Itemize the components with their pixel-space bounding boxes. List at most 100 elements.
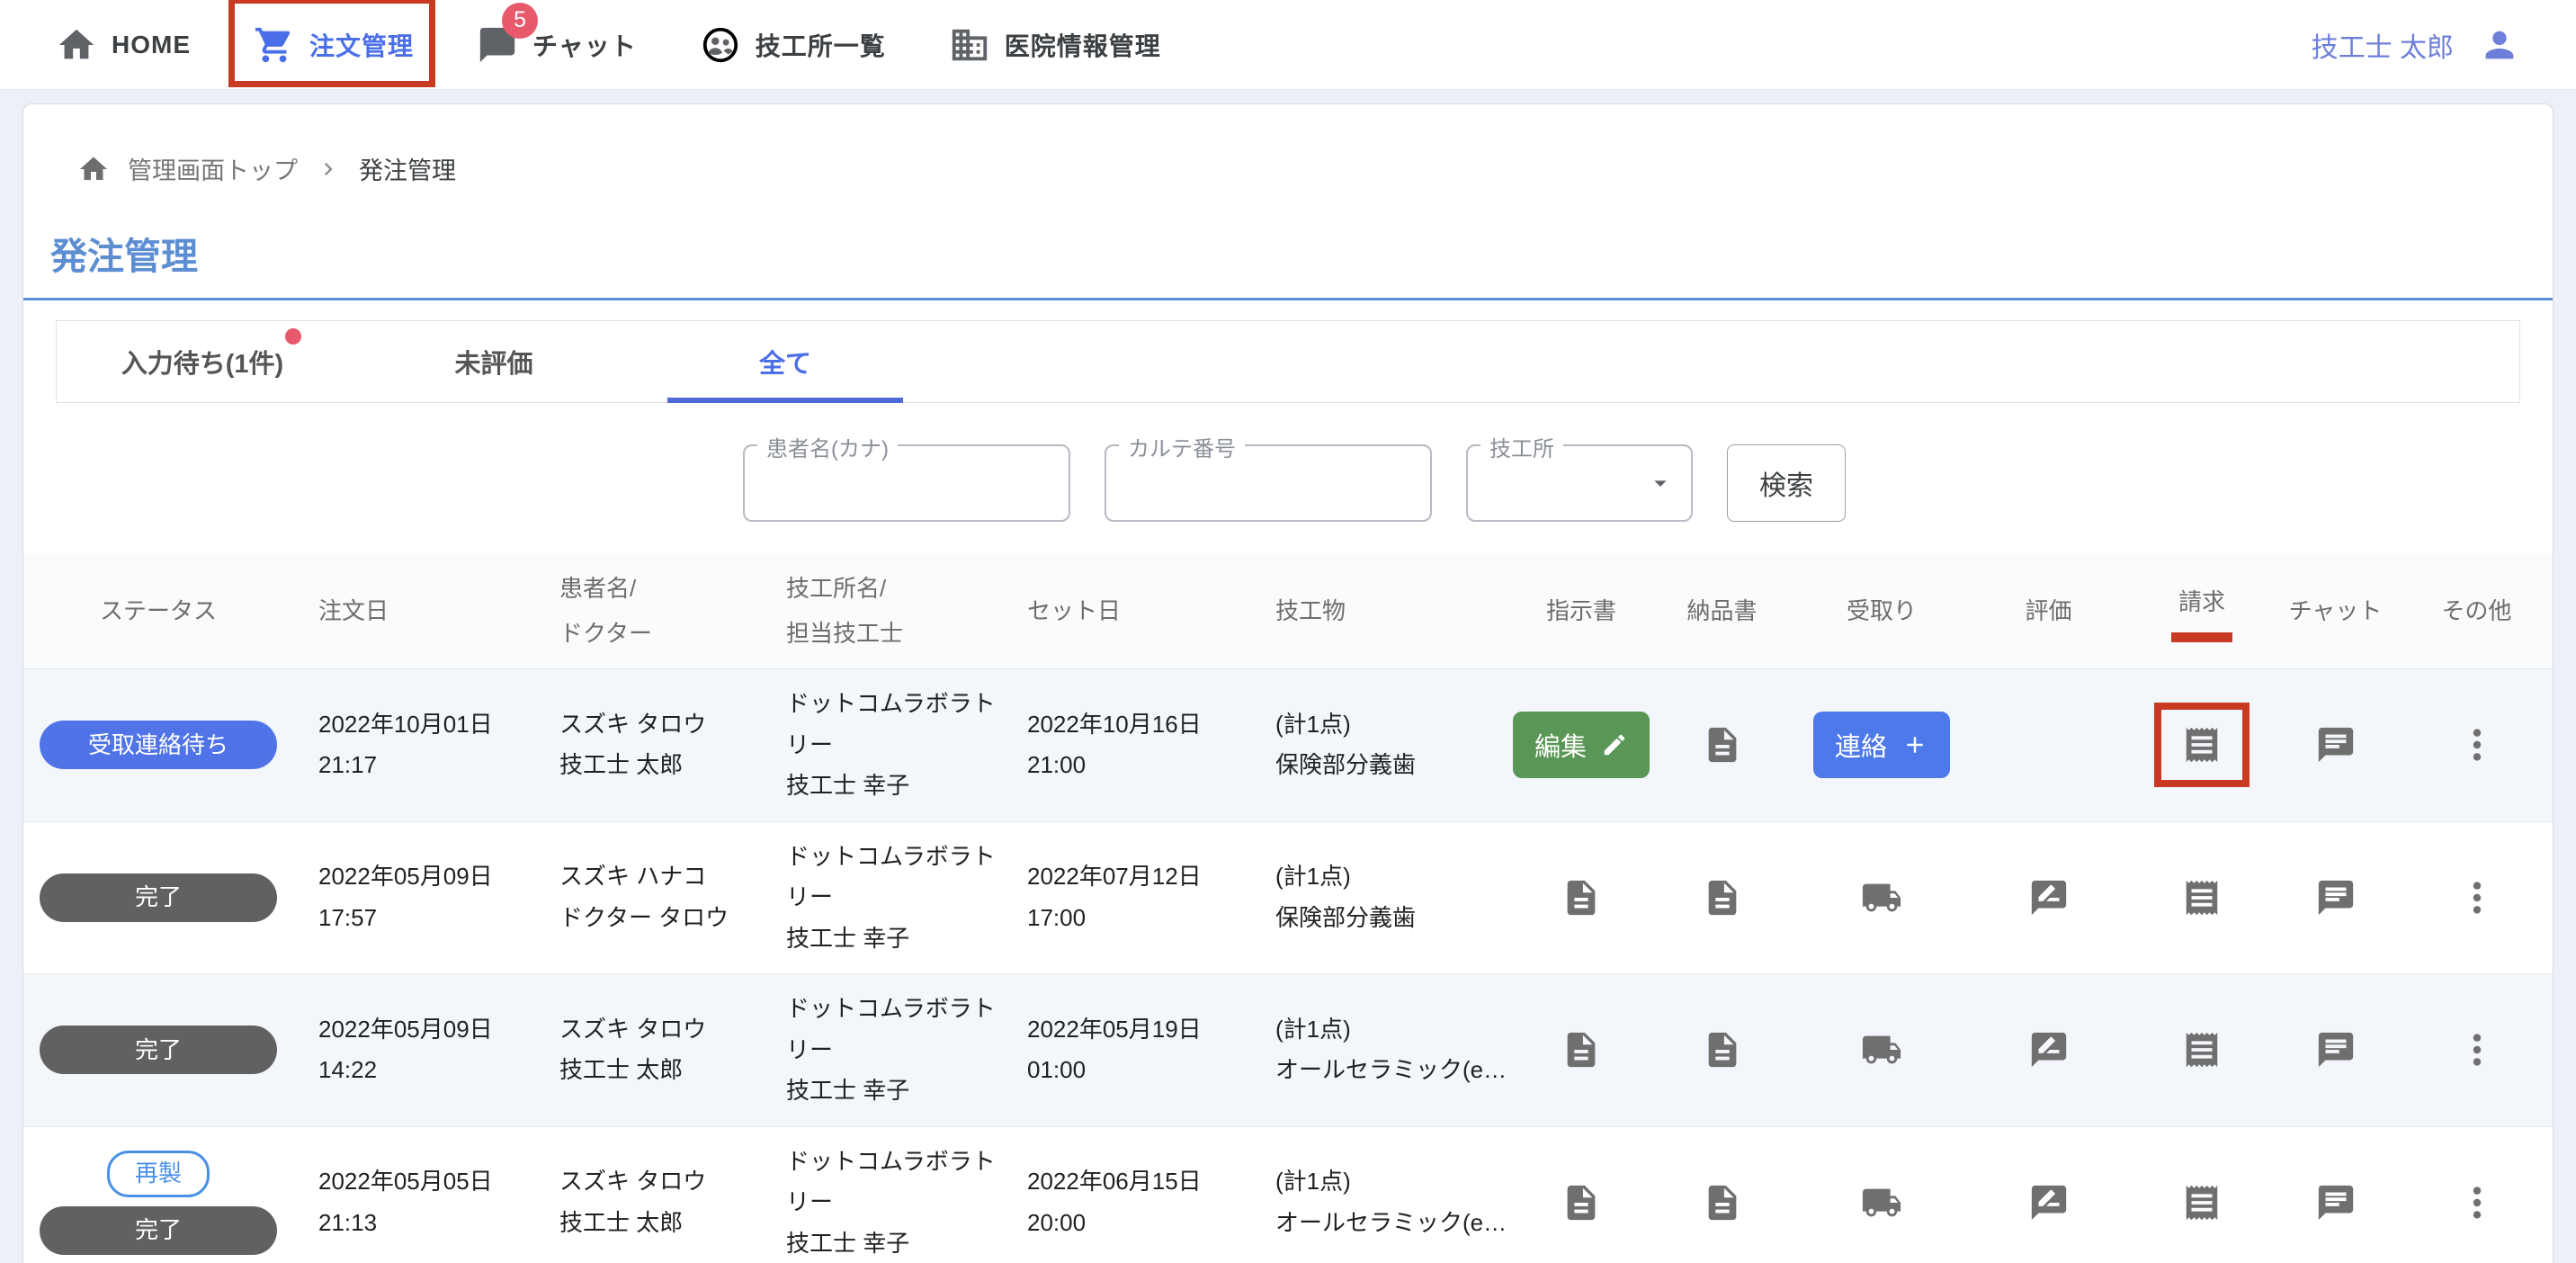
status-badge: 完了 — [40, 1026, 277, 1074]
nav-item-labs[interactable]: 技工所一覧 — [700, 24, 886, 66]
truck-icon — [1861, 877, 1902, 918]
set-date-line: 2022年05月19日 — [1027, 1009, 1245, 1051]
invoice-button[interactable] — [2181, 724, 2223, 766]
cell-order-date: 2022年05月09日17:57 — [293, 842, 534, 953]
header-line: 注文日 — [318, 589, 534, 633]
nav-item-label: HOME — [112, 31, 191, 59]
delivery-note-button[interactable] — [1702, 877, 1743, 918]
cart-icon — [254, 24, 295, 66]
contact-button[interactable]: 連絡 — [1813, 712, 1950, 778]
status-pills: 完了 — [40, 1026, 277, 1074]
invoice-button[interactable] — [2181, 877, 2223, 918]
chart-number-field[interactable]: カルテ番号 — [1105, 444, 1432, 522]
breadcrumb: 管理画面トップ 発注管理 — [23, 151, 2553, 186]
lab-field[interactable]: 技工所 — [1466, 444, 1693, 522]
nav-item-clinics[interactable]: 医院情報管理 — [949, 24, 1161, 66]
instruction-doc-button[interactable] — [1561, 877, 1602, 918]
document-icon — [1561, 1029, 1602, 1070]
header-line: 技工物 — [1275, 589, 1516, 633]
document-icon — [1702, 724, 1743, 766]
pickup-button[interactable] — [1861, 877, 1902, 918]
user-menu[interactable]: 技工士 太郎 — [2312, 24, 2520, 66]
patient-name-field[interactable]: 患者名(カナ) — [743, 444, 1070, 522]
kebab-icon — [2456, 877, 2498, 918]
chat-icon — [2315, 1029, 2357, 1070]
patient-line: 技工士 太郎 — [559, 1050, 756, 1091]
tab-label: 未評価 — [454, 343, 532, 381]
patient-name-input[interactable] — [745, 446, 1069, 520]
item-line: (計1点) — [1275, 1161, 1511, 1203]
patient-line: スズキ タロウ — [559, 1161, 756, 1203]
breadcrumb-home-link[interactable]: 管理画面トップ — [128, 151, 298, 186]
plus-icon — [1901, 731, 1928, 758]
tab-all[interactable]: 全て — [640, 321, 931, 402]
cell-patient: スズキ タロウ技工士 太郎 — [534, 995, 761, 1106]
document-icon — [1561, 1182, 1602, 1223]
cell-order-date: 2022年05月09日14:22 — [293, 995, 534, 1106]
tab-awaiting-input[interactable]: 入力待ち(1件) — [57, 321, 348, 402]
status-badge: 再製 — [107, 1151, 210, 1197]
delivery-note-button[interactable] — [1702, 1182, 1743, 1223]
pickup-button[interactable] — [1861, 1029, 1902, 1070]
tab-bar: 入力待ち(1件) 未評価 全て — [56, 320, 2520, 403]
more-menu-button[interactable] — [2456, 1182, 2498, 1223]
invoice-button[interactable] — [2181, 1029, 2223, 1070]
evaluation-button[interactable] — [2028, 1029, 2070, 1070]
nav-icon-wrap: 5 — [477, 24, 518, 66]
column-header: その他 — [2399, 589, 2554, 633]
chat-button[interactable] — [2315, 724, 2357, 766]
evaluation-button[interactable] — [2028, 877, 2070, 918]
truck-icon — [1861, 1182, 1902, 1223]
rate-review-icon — [2028, 1029, 2070, 1070]
rate-review-icon — [2028, 877, 2070, 918]
search-bar: 患者名(カナ) カルテ番号技工所 検索 — [743, 444, 2553, 522]
table-row: 完了2022年05月09日17:57スズキ ハナコドクター タロウドットコムラボ… — [23, 822, 2553, 975]
chart-number-input[interactable] — [1106, 446, 1430, 520]
cell-evaluation — [1965, 1015, 2132, 1085]
table-row: 受取連絡待ち2022年10月01日21:17スズキ タロウ技工士 太郎ドットコム… — [23, 669, 2553, 822]
lab-line: ドットコムラボラトリー — [786, 1142, 997, 1223]
order-date-line: 17:57 — [318, 898, 529, 939]
tab-unrated[interactable]: 未評価 — [348, 321, 640, 402]
person-icon — [2479, 24, 2520, 66]
search-button[interactable]: 検索 — [1727, 444, 1846, 522]
pickup-button[interactable] — [1861, 1182, 1902, 1223]
cell-receipt-action — [1798, 1168, 1965, 1238]
receipt-icon — [2181, 724, 2223, 766]
nav-item-chat[interactable]: 5チャット — [477, 24, 637, 66]
column-header: 請求 — [2132, 580, 2272, 641]
cell-delivery — [1646, 1168, 1798, 1238]
chat-button[interactable] — [2315, 877, 2357, 918]
patient-line: スズキ ハナコ — [559, 856, 756, 898]
chat-button[interactable] — [2315, 1182, 2357, 1223]
kebab-icon — [2456, 724, 2498, 766]
header-line: セット日 — [1027, 589, 1250, 633]
top-navbar: HOME 注文管理 5チャット 技工所一覧 医院情報管理 技工士 太郎 — [0, 0, 2576, 90]
status-badge: 完了 — [40, 1206, 277, 1255]
more-menu-button[interactable] — [2456, 724, 2498, 766]
nav-item-orders[interactable]: 注文管理 — [254, 24, 414, 66]
kebab-icon — [2456, 1029, 2498, 1070]
pencil-icon — [1601, 731, 1628, 758]
content-card: 管理画面トップ 発注管理 発注管理 入力待ち(1件)未評価全て 患者名(カナ)カ… — [22, 103, 2554, 1263]
annotation-header-underline — [2171, 632, 2232, 642]
evaluation-button[interactable] — [2028, 1182, 2070, 1223]
nav-item-home[interactable]: HOME — [56, 24, 191, 66]
delivery-note-button[interactable] — [1702, 724, 1743, 766]
group-icon — [700, 24, 741, 66]
edit-button[interactable]: 編集 — [1513, 712, 1650, 778]
instruction-doc-button[interactable] — [1561, 1029, 1602, 1070]
chat-button[interactable] — [2315, 1029, 2357, 1070]
more-menu-button[interactable] — [2456, 877, 2498, 918]
nav-icon-wrap — [700, 24, 741, 66]
invoice-button[interactable] — [2181, 1182, 2223, 1223]
cell-lab: ドットコムラボラトリー技工士 幸子 — [761, 974, 1002, 1126]
instruction-doc-button[interactable] — [1561, 1182, 1602, 1223]
table-row: 再製完了2022年05月05日21:13スズキ タロウ技工士 太郎ドットコムラボ… — [23, 1127, 2553, 1263]
nav-item-label: 注文管理 — [309, 27, 414, 63]
more-menu-button[interactable] — [2456, 1029, 2498, 1070]
delivery-note-button[interactable] — [1702, 1029, 1743, 1070]
header-line: 請求 — [2178, 580, 2225, 624]
rate-review-icon — [2028, 1182, 2070, 1223]
cell-set-date: 2022年10月16日21:00 — [1002, 690, 1250, 801]
